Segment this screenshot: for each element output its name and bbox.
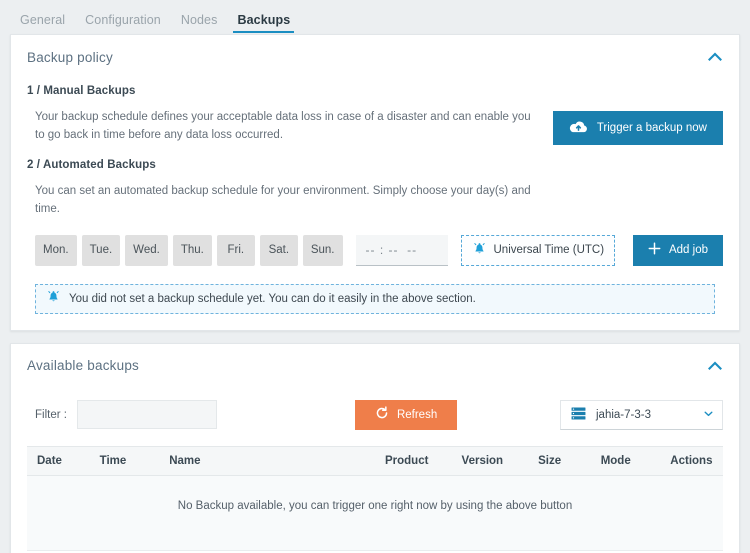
backups-toolbar: Filter : Refresh jahia-7-3-3 [35, 399, 723, 430]
day-button-thu[interactable]: Thu. [172, 234, 212, 266]
day-button-sat[interactable]: Sat. [259, 234, 298, 266]
schedule-row: Mon. Tue. Wed. Thu. Fri. Sat. Sun. --: … [35, 234, 723, 266]
manual-backups-row: Your backup schedule defines your accept… [27, 97, 723, 145]
schedule-time-input[interactable] [355, 234, 448, 266]
table-header-row: Date Time Name Product Version Size Mode… [27, 445, 723, 476]
timezone-label: Universal Time (UTC) [493, 244, 605, 257]
filter-label: Filter : [35, 408, 67, 421]
trigger-backup-label: Trigger a backup now [596, 122, 707, 134]
automated-backups-description: You can set an automated backup schedule… [35, 185, 531, 215]
refresh-button-wrapper: Refresh [354, 399, 458, 430]
environment-dropdown[interactable]: jahia-7-3-3 [560, 399, 723, 430]
chevron-down-icon [703, 408, 714, 422]
backups-table-body: No Backup available, you can trigger one… [27, 475, 723, 551]
column-header-version[interactable]: Version [451, 445, 529, 476]
no-schedule-alert: You did not set a backup schedule yet. Y… [35, 283, 715, 314]
backup-policy-body: 1 / Manual Backups Your backup schedule … [11, 85, 739, 330]
available-backups-body: Filter : Refresh jahia-7-3-3 Date Time N… [11, 399, 739, 553]
chevron-up-icon[interactable] [707, 49, 723, 65]
tab-backups[interactable]: Backups [227, 11, 300, 34]
refresh-label: Refresh [396, 408, 438, 421]
backups-table-head: Date Time Name Product Version Size Mode… [27, 445, 723, 476]
column-header-product[interactable]: Product [374, 445, 452, 476]
day-button-mon[interactable]: Mon. [35, 234, 77, 266]
column-header-actions[interactable]: Actions [660, 445, 723, 476]
bell-icon [472, 242, 487, 259]
no-schedule-alert-message: You did not set a backup schedule yet. Y… [69, 292, 476, 305]
main-tab-bar: General Configuration Nodes Backups [0, 0, 750, 34]
add-job-button[interactable]: Add job [632, 234, 723, 266]
table-empty-row: No Backup available, you can trigger one… [27, 475, 723, 551]
day-button-tue[interactable]: Tue. [81, 234, 121, 266]
column-header-mode[interactable]: Mode [590, 445, 661, 476]
available-backups-header: Available backups [11, 344, 739, 380]
refresh-icon [375, 406, 389, 423]
available-backups-panel: Available backups Filter : Refresh jahia… [10, 342, 740, 553]
chevron-up-icon[interactable] [707, 358, 723, 374]
manual-backups-heading: 1 / Manual Backups [27, 85, 136, 97]
column-header-date[interactable]: Date [27, 445, 90, 476]
available-backups-title: Available backups [27, 358, 139, 374]
server-stack-icon [571, 407, 586, 423]
backup-policy-title: Backup policy [27, 49, 113, 65]
bell-icon [46, 290, 61, 307]
plus-icon [648, 242, 661, 258]
refresh-button[interactable]: Refresh [354, 399, 458, 430]
day-button-fri[interactable]: Fri. [216, 234, 255, 266]
backups-page: General Configuration Nodes Backups Back… [0, 0, 750, 553]
day-button-wed[interactable]: Wed. [125, 234, 168, 266]
automated-backups-heading: 2 / Automated Backups [27, 159, 156, 171]
timezone-badge[interactable]: Universal Time (UTC) [460, 234, 616, 266]
tab-nodes[interactable]: Nodes [171, 11, 228, 34]
backup-policy-header: Backup policy [11, 35, 739, 71]
day-button-sun[interactable]: Sun. [302, 234, 343, 266]
tab-general[interactable]: General [10, 11, 75, 34]
trigger-backup-button[interactable]: Trigger a backup now [552, 111, 723, 145]
filter-input[interactable] [76, 400, 217, 430]
column-header-size[interactable]: Size [528, 445, 591, 476]
column-header-name[interactable]: Name [159, 445, 375, 476]
empty-state-message: No Backup available, you can trigger one… [27, 475, 723, 551]
environment-dropdown-value: jahia-7-3-3 [596, 408, 651, 421]
backup-policy-panel: Backup policy 1 / Manual Backups Your ba… [10, 34, 740, 331]
manual-backups-description: Your backup schedule defines your accept… [35, 111, 531, 141]
add-job-label: Add job [668, 244, 708, 257]
backups-table: Date Time Name Product Version Size Mode… [27, 445, 723, 551]
column-header-time[interactable]: Time [89, 445, 160, 476]
cloud-upload-icon [569, 120, 588, 137]
tab-configuration[interactable]: Configuration [75, 11, 171, 34]
